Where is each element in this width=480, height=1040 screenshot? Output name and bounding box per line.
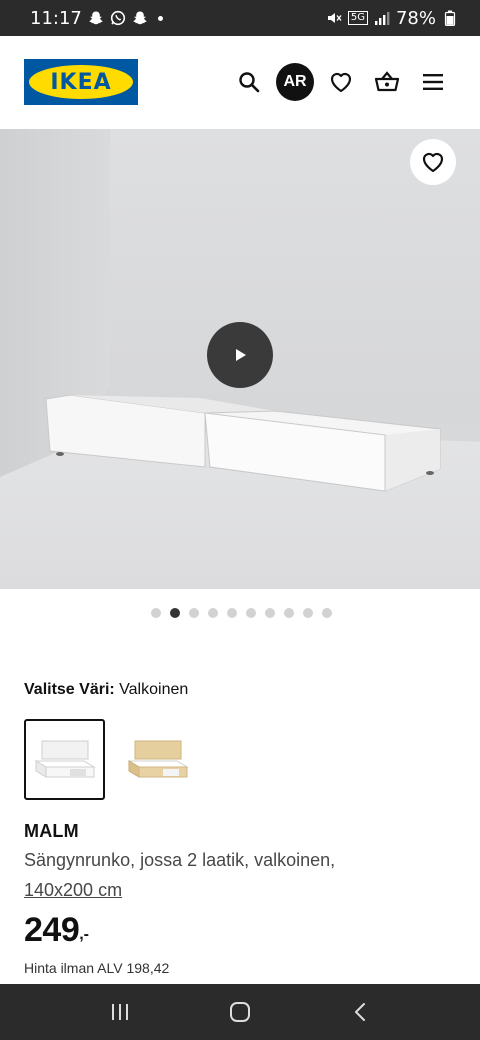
notification-dot-icon — [157, 15, 163, 21]
product-size-link[interactable]: 140x200 cm — [24, 880, 122, 901]
product-description: Sängynrunko, jossa 2 laatik, valkoinen, — [24, 850, 336, 870]
home-button[interactable] — [220, 992, 260, 1032]
color-label-title: Valitse Väri: — [24, 681, 115, 698]
recent-apps-icon — [112, 1004, 128, 1020]
back-icon — [355, 1003, 365, 1021]
price-value: 249 — [24, 911, 80, 949]
white-bed-thumbnail — [33, 740, 96, 778]
home-icon — [230, 1002, 250, 1022]
status-bar: 11:17 5G 78% — [0, 0, 480, 36]
gallery-dot[interactable] — [321, 608, 332, 618]
gallery-dot[interactable] — [169, 608, 180, 618]
gallery-dot[interactable] — [245, 608, 256, 618]
ikea-logo[interactable]: IKEA — [24, 59, 138, 105]
color-selected-value: Valkoinen — [119, 681, 189, 698]
search-icon — [239, 72, 260, 93]
snapchat-icon — [88, 10, 104, 26]
gallery-dot[interactable] — [302, 608, 313, 618]
logo-text: IKEA — [50, 69, 112, 95]
play-icon — [236, 349, 246, 361]
heart-icon — [330, 72, 352, 93]
price-suffix: ,- — [79, 926, 90, 943]
basket-icon — [374, 71, 400, 92]
back-button[interactable] — [340, 992, 380, 1032]
gallery-pagination[interactable] — [0, 608, 480, 620]
swatch-white[interactable] — [24, 719, 105, 800]
gallery-dot[interactable] — [226, 608, 237, 618]
snapchat-icon — [132, 10, 148, 26]
gallery-dot[interactable] — [188, 608, 199, 618]
battery-percent: 78% — [395, 7, 436, 29]
search-button[interactable] — [226, 59, 272, 105]
gallery-dot[interactable] — [283, 608, 294, 618]
menu-button[interactable] — [410, 59, 456, 105]
system-navigation-bar — [0, 984, 480, 1040]
battery-icon — [442, 10, 458, 26]
status-left: 11:17 — [30, 8, 163, 29]
favourites-button[interactable] — [318, 59, 364, 105]
gallery-dot[interactable] — [264, 608, 275, 618]
gallery-dot[interactable] — [150, 608, 161, 618]
save-to-favourites-button[interactable] — [410, 139, 456, 185]
gallery-dot[interactable] — [207, 608, 218, 618]
status-time: 11:17 — [30, 7, 82, 29]
whatsapp-icon — [110, 10, 126, 26]
swatch-oak-veneer[interactable] — [117, 719, 198, 800]
menu-icon — [423, 74, 443, 90]
product-image-gallery[interactable] — [0, 129, 480, 589]
basket-button[interactable] — [364, 59, 410, 105]
color-swatches — [24, 719, 198, 800]
logo-oval: IKEA — [29, 65, 133, 99]
product-name: MALM — [24, 821, 79, 841]
network-type: 5G — [347, 11, 368, 25]
mute-icon — [326, 10, 342, 26]
oak-bed-thumbnail — [126, 740, 189, 778]
play-video-button[interactable] — [207, 322, 273, 388]
signal-icon — [374, 10, 390, 26]
product-price: 249 ,- — [24, 910, 89, 950]
recent-apps-button[interactable] — [100, 992, 140, 1032]
header-actions: AR — [226, 59, 456, 105]
price-excluding-vat: Hinta ilman ALV 198,42 — [24, 960, 170, 976]
heart-icon — [422, 152, 444, 173]
color-selector-label: Valitse Väri: Valkoinen — [24, 681, 188, 699]
language-button[interactable]: AR — [276, 63, 314, 101]
status-right: 5G 78% — [326, 8, 458, 29]
site-header: IKEA AR — [0, 36, 480, 128]
